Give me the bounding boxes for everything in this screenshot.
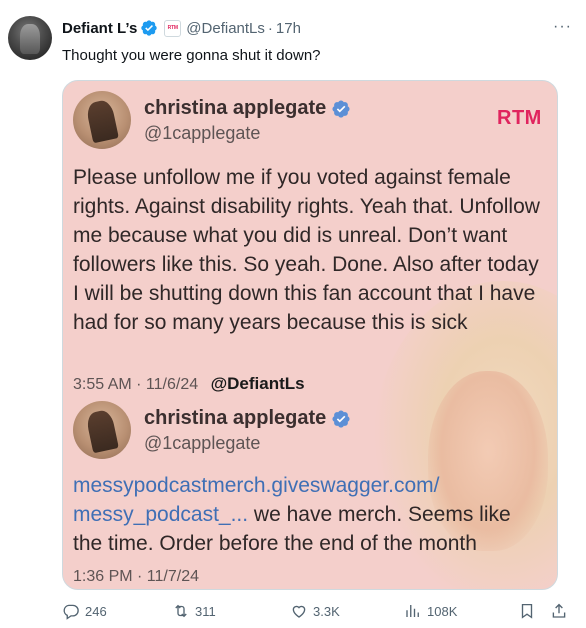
separator: · (267, 19, 273, 37)
quoted-author-name: christina applegate (144, 407, 327, 429)
bookmark-icon (521, 603, 533, 619)
tweet[interactable]: Defiant L’s RTM @DefiantLs · 17h ··· Tho… (0, 0, 586, 628)
rtm-logo: RTM (497, 107, 542, 129)
reply-button[interactable]: 246 (62, 602, 107, 620)
quoted-author-row: christina applegate (144, 97, 351, 120)
verified-badge-icon (332, 99, 350, 118)
verified-badge-icon (141, 20, 157, 36)
quoted-author-handle: @1capplegate (144, 123, 261, 143)
heart-icon (292, 605, 306, 618)
quoted-avatar (73, 401, 131, 459)
more-options-icon[interactable]: ··· (553, 18, 572, 36)
affiliate-badge-icon[interactable]: RTM (164, 19, 182, 37)
quoted-author-name: christina applegate (144, 97, 327, 119)
quoted-post-text: Please unfollow me if you voted against … (73, 166, 540, 334)
bookmark-button[interactable] (518, 602, 541, 620)
quoted-avatar (73, 91, 131, 149)
analytics-icon (406, 605, 419, 617)
reply-count: 246 (85, 603, 107, 619)
quoted-author-handle: @1capplegate (144, 433, 261, 453)
author-handle[interactable]: @DefiantLs (186, 20, 265, 37)
quoted-author-row: christina applegate (144, 407, 351, 430)
share-icon (552, 603, 566, 618)
quoted-post-timestamp: 1:36 PM · 11/7/24 (73, 568, 199, 585)
retweet-count: 311 (195, 603, 216, 619)
tweet-header: Defiant L’s RTM @DefiantLs · 17h (62, 17, 301, 39)
quoted-post-timestamp: 3:55 AM · 11/6/24 (73, 376, 199, 393)
views-button[interactable]: 108K (404, 602, 457, 620)
author-avatar[interactable] (8, 16, 52, 60)
like-count: 3.3K (313, 603, 340, 619)
verified-badge-icon (332, 409, 350, 428)
watermark-handle: @DefiantLs (210, 374, 305, 393)
retweet-icon (175, 604, 187, 618)
view-count: 108K (427, 603, 458, 619)
tweet-image[interactable]: christina applegate @1capplegate RTM Ple… (62, 80, 558, 590)
like-button[interactable]: 3.3K (290, 602, 340, 620)
tweet-text: Thought you were gonna shut it down? (62, 47, 321, 64)
retweet-button[interactable]: 311 (172, 602, 216, 620)
reply-icon (63, 604, 79, 620)
action-bar: 246 311 3.3K 108K (62, 602, 570, 624)
quoted-post-meta: 3:55 AM · 11/6/24 @DefiantLs (73, 374, 305, 394)
quoted-post-text: messypodcastmerch.giveswagger.com/ messy… (73, 471, 543, 558)
tweet-time[interactable]: 17h (276, 20, 301, 37)
author-name[interactable]: Defiant L’s (62, 20, 137, 37)
share-button[interactable] (550, 602, 573, 620)
